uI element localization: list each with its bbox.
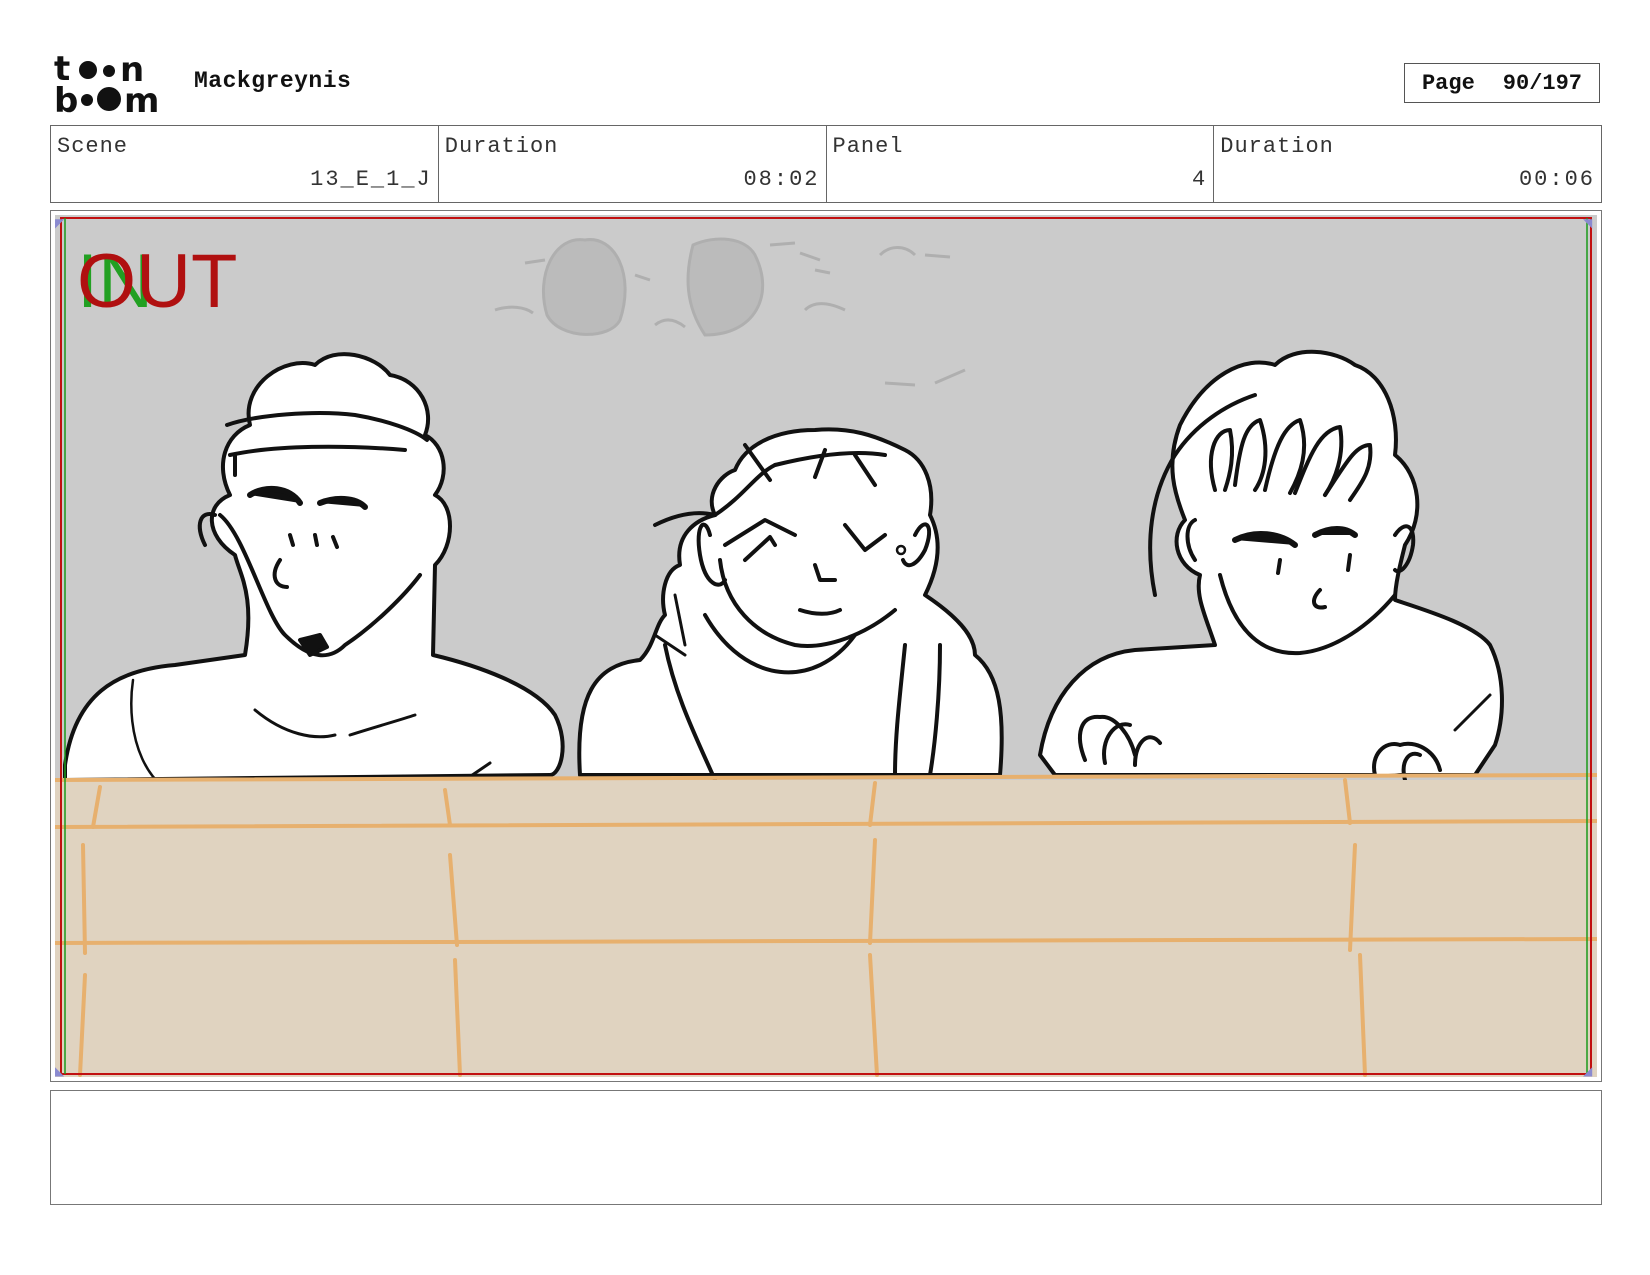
- panel-drawing: ◤ ◥ ◣ ◢ IN OUT: [55, 215, 1597, 1077]
- panel-cell: Panel 4: [827, 126, 1215, 202]
- scene-label: Scene: [57, 134, 129, 159]
- brick-wall: [55, 773, 1597, 1077]
- storyboard-panel: ◤ ◥ ◣ ◢ IN OUT: [50, 210, 1602, 1082]
- corner-marker-tr: ◥: [1583, 216, 1593, 230]
- out-marker: OUT: [77, 239, 237, 324]
- scene-cell: Scene 13_E_1_J: [51, 126, 439, 202]
- corner-marker-bl: ◣: [55, 1064, 65, 1077]
- page-label: Page: [1421, 70, 1475, 96]
- svg-text:b: b: [54, 81, 78, 116]
- corner-marker-br: ◢: [1583, 1064, 1593, 1077]
- scene-info-table: Scene 13_E_1_J Duration 08:02 Panel 4 Du…: [50, 125, 1602, 203]
- panel-value: 4: [1192, 167, 1208, 192]
- corner-marker-tl: ◤: [55, 216, 65, 230]
- scene-value: 13_E_1_J: [310, 167, 432, 192]
- page-indicator: Page 90/197: [1404, 63, 1600, 103]
- panel-notes-box[interactable]: [50, 1090, 1602, 1205]
- panel-duration-cell: Duration 00:06: [1214, 126, 1601, 202]
- scene-duration-value: 08:02: [743, 167, 820, 192]
- project-title: Mackgreynis: [194, 68, 352, 94]
- svg-text:m: m: [124, 81, 159, 116]
- panel-duration-label: Duration: [1220, 134, 1334, 159]
- panel-duration-value: 00:06: [1518, 167, 1595, 192]
- scene-duration-cell: Duration 08:02: [439, 126, 827, 202]
- panel-label: Panel: [832, 134, 904, 159]
- page-value: 90/197: [1502, 70, 1583, 96]
- scene-duration-label: Duration: [444, 134, 559, 159]
- toonboom-logo: t n b m toon boom: [54, 49, 172, 121]
